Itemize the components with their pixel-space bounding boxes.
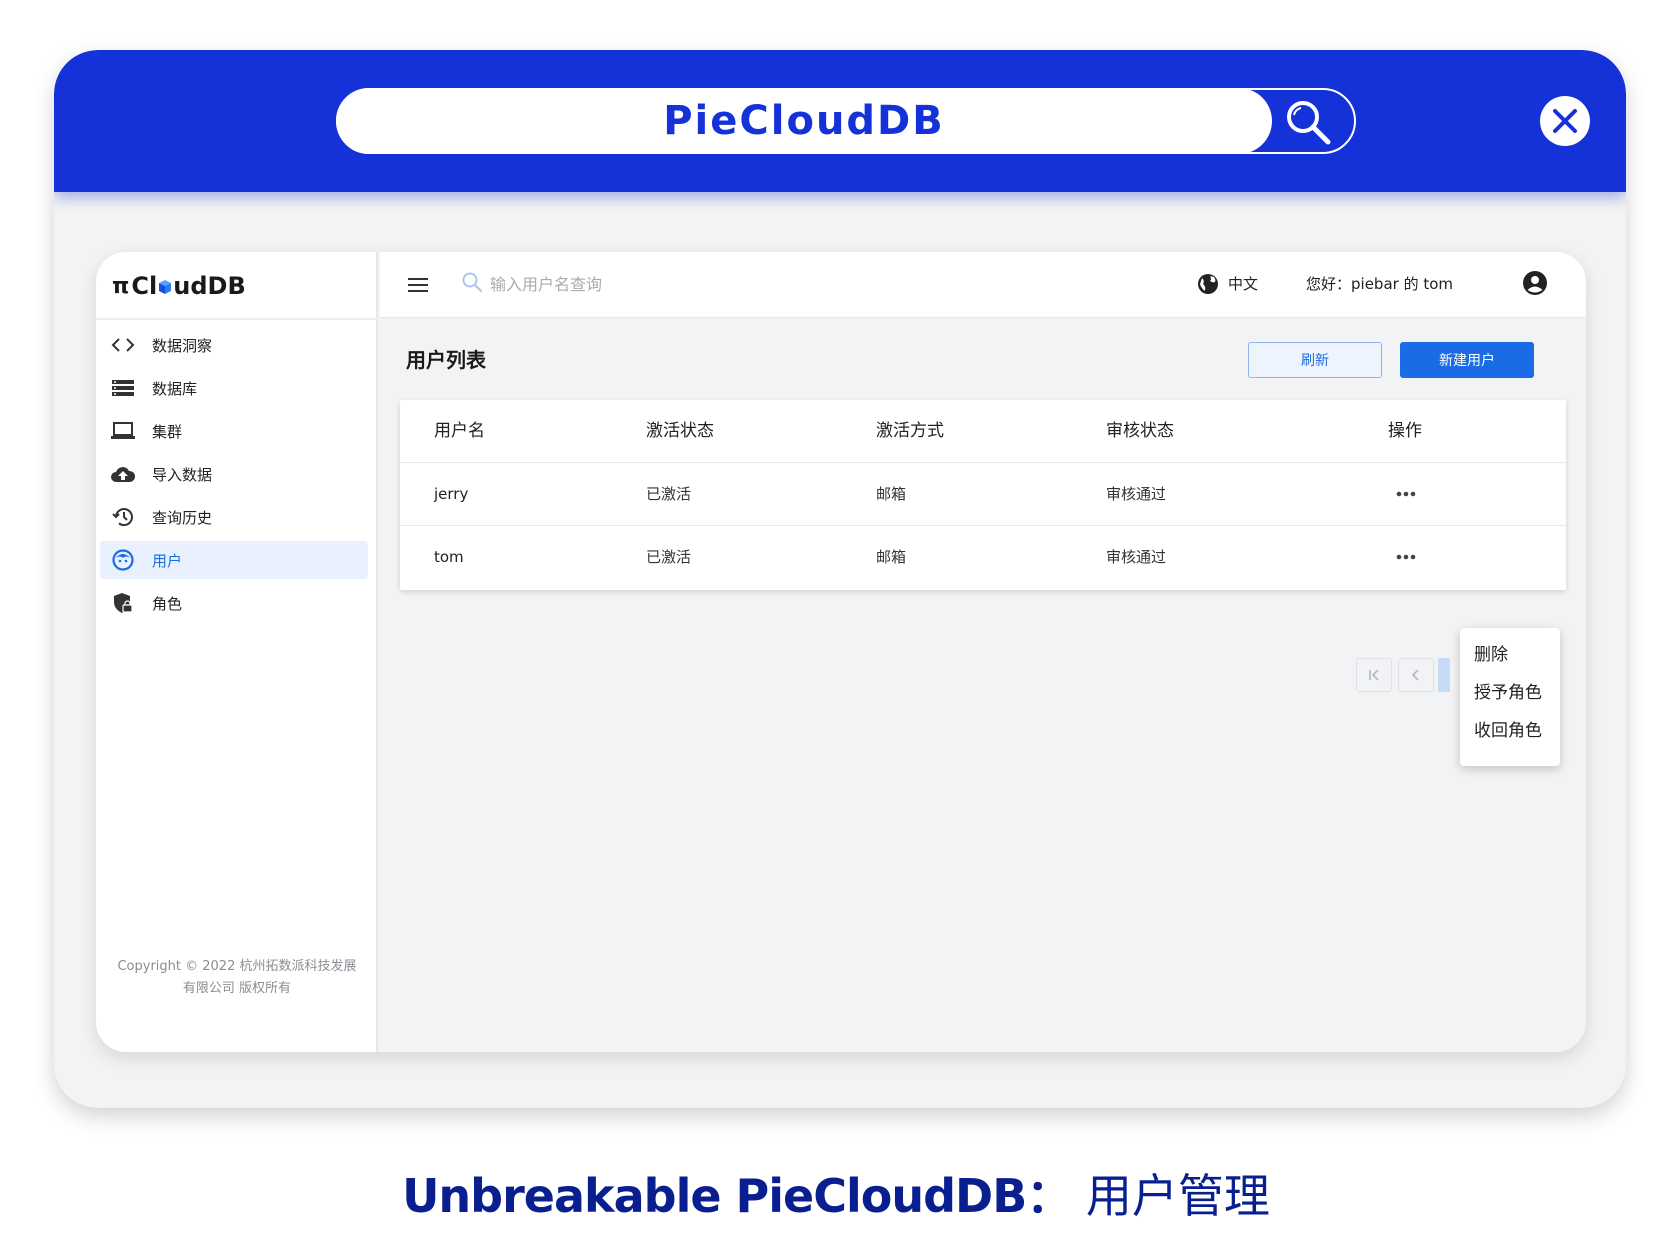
- user-greeting[interactable]: 您好：piebar 的 tom: [1306, 272, 1453, 296]
- caption: Unbreakable PieCloudDB： 用户管理: [0, 1160, 1672, 1226]
- database-icon: [110, 377, 136, 399]
- shield-lock-icon: [110, 592, 136, 614]
- search-icon: [462, 272, 483, 293]
- cube-icon: [159, 280, 172, 294]
- copyright-line2: 有限公司 版权所有: [182, 981, 292, 996]
- cell-username: jerry: [434, 485, 469, 503]
- close-icon: [1553, 109, 1577, 133]
- column-header: 审核状态: [1106, 421, 1174, 441]
- sidebar-item-users[interactable]: 用户: [100, 541, 368, 579]
- cell-activation-status: 已激活: [646, 485, 692, 503]
- copyright-line1: Copyright © 2022 杭州拓数派科技发展: [117, 959, 357, 974]
- cell-review-status: 审核通过: [1106, 548, 1167, 566]
- column-header: 操作: [1388, 421, 1422, 441]
- sidebar-item-label: 用户: [152, 551, 183, 570]
- row-actions-menu: 删除 授予角色 收回角色: [1460, 628, 1560, 766]
- column-header: 激活方式: [876, 421, 944, 441]
- sidebar-divider: [96, 318, 378, 320]
- sidebar-nav: 数据洞察 数据库 集群 导入数据 查询历史 用户 角色: [96, 326, 376, 627]
- app-window: π Cl udDB 数据洞察 数据库 集群 导入数据 查询历史 用户 角色 Co…: [96, 252, 1586, 1052]
- caption-separator: ：: [1026, 1169, 1072, 1223]
- magnifier-icon[interactable]: [1284, 98, 1332, 146]
- sidebar-item-label: 集群: [152, 422, 183, 441]
- laptop-icon: [110, 420, 136, 442]
- promo-card: PieCloudDB π Cl udDB 数据洞察 数据库 集群 导入数据 查询…: [54, 50, 1626, 1108]
- banner-title: PieCloudDB: [663, 98, 945, 144]
- refresh-button[interactable]: 刷新: [1248, 342, 1382, 378]
- cloud-upload-icon: [110, 463, 136, 485]
- copyright: Copyright © 2022 杭州拓数派科技发展 有限公司 版权所有: [96, 956, 378, 1000]
- sidebar-item-database[interactable]: 数据库: [100, 369, 368, 407]
- table-row[interactable]: jerry 已激活 邮箱 审核通过: [400, 463, 1566, 526]
- caption-light: 用户管理: [1085, 1169, 1270, 1223]
- sidebar-item-import-data[interactable]: 导入数据: [100, 455, 368, 493]
- cell-activation-status: 已激活: [646, 548, 692, 566]
- menu-item-delete[interactable]: 删除: [1474, 640, 1508, 670]
- banner: PieCloudDB: [54, 50, 1626, 192]
- table-row[interactable]: tom 已激活 邮箱 审核通过: [400, 526, 1566, 589]
- sidebar-item-label: 数据洞察: [152, 336, 213, 355]
- logo-text-left: Cl: [131, 272, 158, 300]
- sidebar-item-data-insight[interactable]: 数据洞察: [100, 326, 368, 364]
- users-table: 用户名 激活状态 激活方式 审核状态 操作 jerry 已激活 邮箱 审核通过 …: [400, 400, 1566, 590]
- new-user-button[interactable]: 新建用户: [1400, 342, 1534, 378]
- sidebar-item-label: 数据库: [152, 379, 198, 398]
- globe-icon[interactable]: [1196, 272, 1220, 296]
- cell-review-status: 审核通过: [1106, 485, 1167, 503]
- code-icon: [110, 334, 136, 356]
- history-icon: [110, 506, 136, 528]
- sidebar-item-cluster[interactable]: 集群: [100, 412, 368, 450]
- account-circle-icon[interactable]: [1522, 270, 1548, 296]
- menu-item-revoke-role[interactable]: 收回角色: [1474, 716, 1542, 746]
- logo-pi: π: [112, 273, 130, 299]
- language-switch[interactable]: 中文: [1228, 272, 1258, 296]
- first-page-icon: [1369, 669, 1379, 681]
- sidebar-item-label: 导入数据: [152, 465, 213, 484]
- sidebar-item-roles[interactable]: 角色: [100, 584, 368, 622]
- menu-item-grant-role[interactable]: 授予角色: [1474, 678, 1542, 708]
- sidebar-item-query-history[interactable]: 查询历史: [100, 498, 368, 536]
- cell-activation-method: 邮箱: [876, 485, 907, 503]
- sidebar-item-label: 查询历史: [152, 508, 213, 527]
- chevron-left-icon: [1411, 669, 1419, 681]
- more-actions-icon[interactable]: [1394, 551, 1418, 563]
- sidebar: π Cl udDB 数据洞察 数据库 集群 导入数据 查询历史 用户 角色 Co…: [96, 252, 378, 1052]
- logo-text-right: udDB: [173, 272, 246, 300]
- cell-activation-method: 邮箱: [876, 548, 907, 566]
- app-logo[interactable]: π Cl udDB: [112, 270, 246, 302]
- table-header: 用户名 激活状态 激活方式 审核状态 操作: [400, 400, 1566, 463]
- caption-bold: Unbreakable PieCloudDB: [402, 1169, 1027, 1223]
- user-search-input[interactable]: [490, 268, 890, 300]
- current-page-button[interactable]: [1438, 658, 1450, 692]
- more-actions-icon[interactable]: [1394, 488, 1418, 500]
- prev-page-button[interactable]: [1398, 658, 1434, 692]
- banner-search-bar[interactable]: PieCloudDB: [336, 88, 1356, 154]
- hamburger-menu-icon[interactable]: [406, 274, 430, 296]
- topbar: 中文 您好：piebar 的 tom: [380, 252, 1586, 318]
- close-button[interactable]: [1540, 96, 1590, 146]
- first-page-button[interactable]: [1356, 658, 1392, 692]
- page-title: 用户列表: [406, 348, 486, 372]
- column-header: 用户名: [434, 421, 485, 441]
- sidebar-item-label: 角色: [152, 594, 183, 613]
- cell-username: tom: [434, 548, 464, 566]
- column-header: 激活状态: [646, 421, 714, 441]
- user-face-icon: [110, 549, 136, 571]
